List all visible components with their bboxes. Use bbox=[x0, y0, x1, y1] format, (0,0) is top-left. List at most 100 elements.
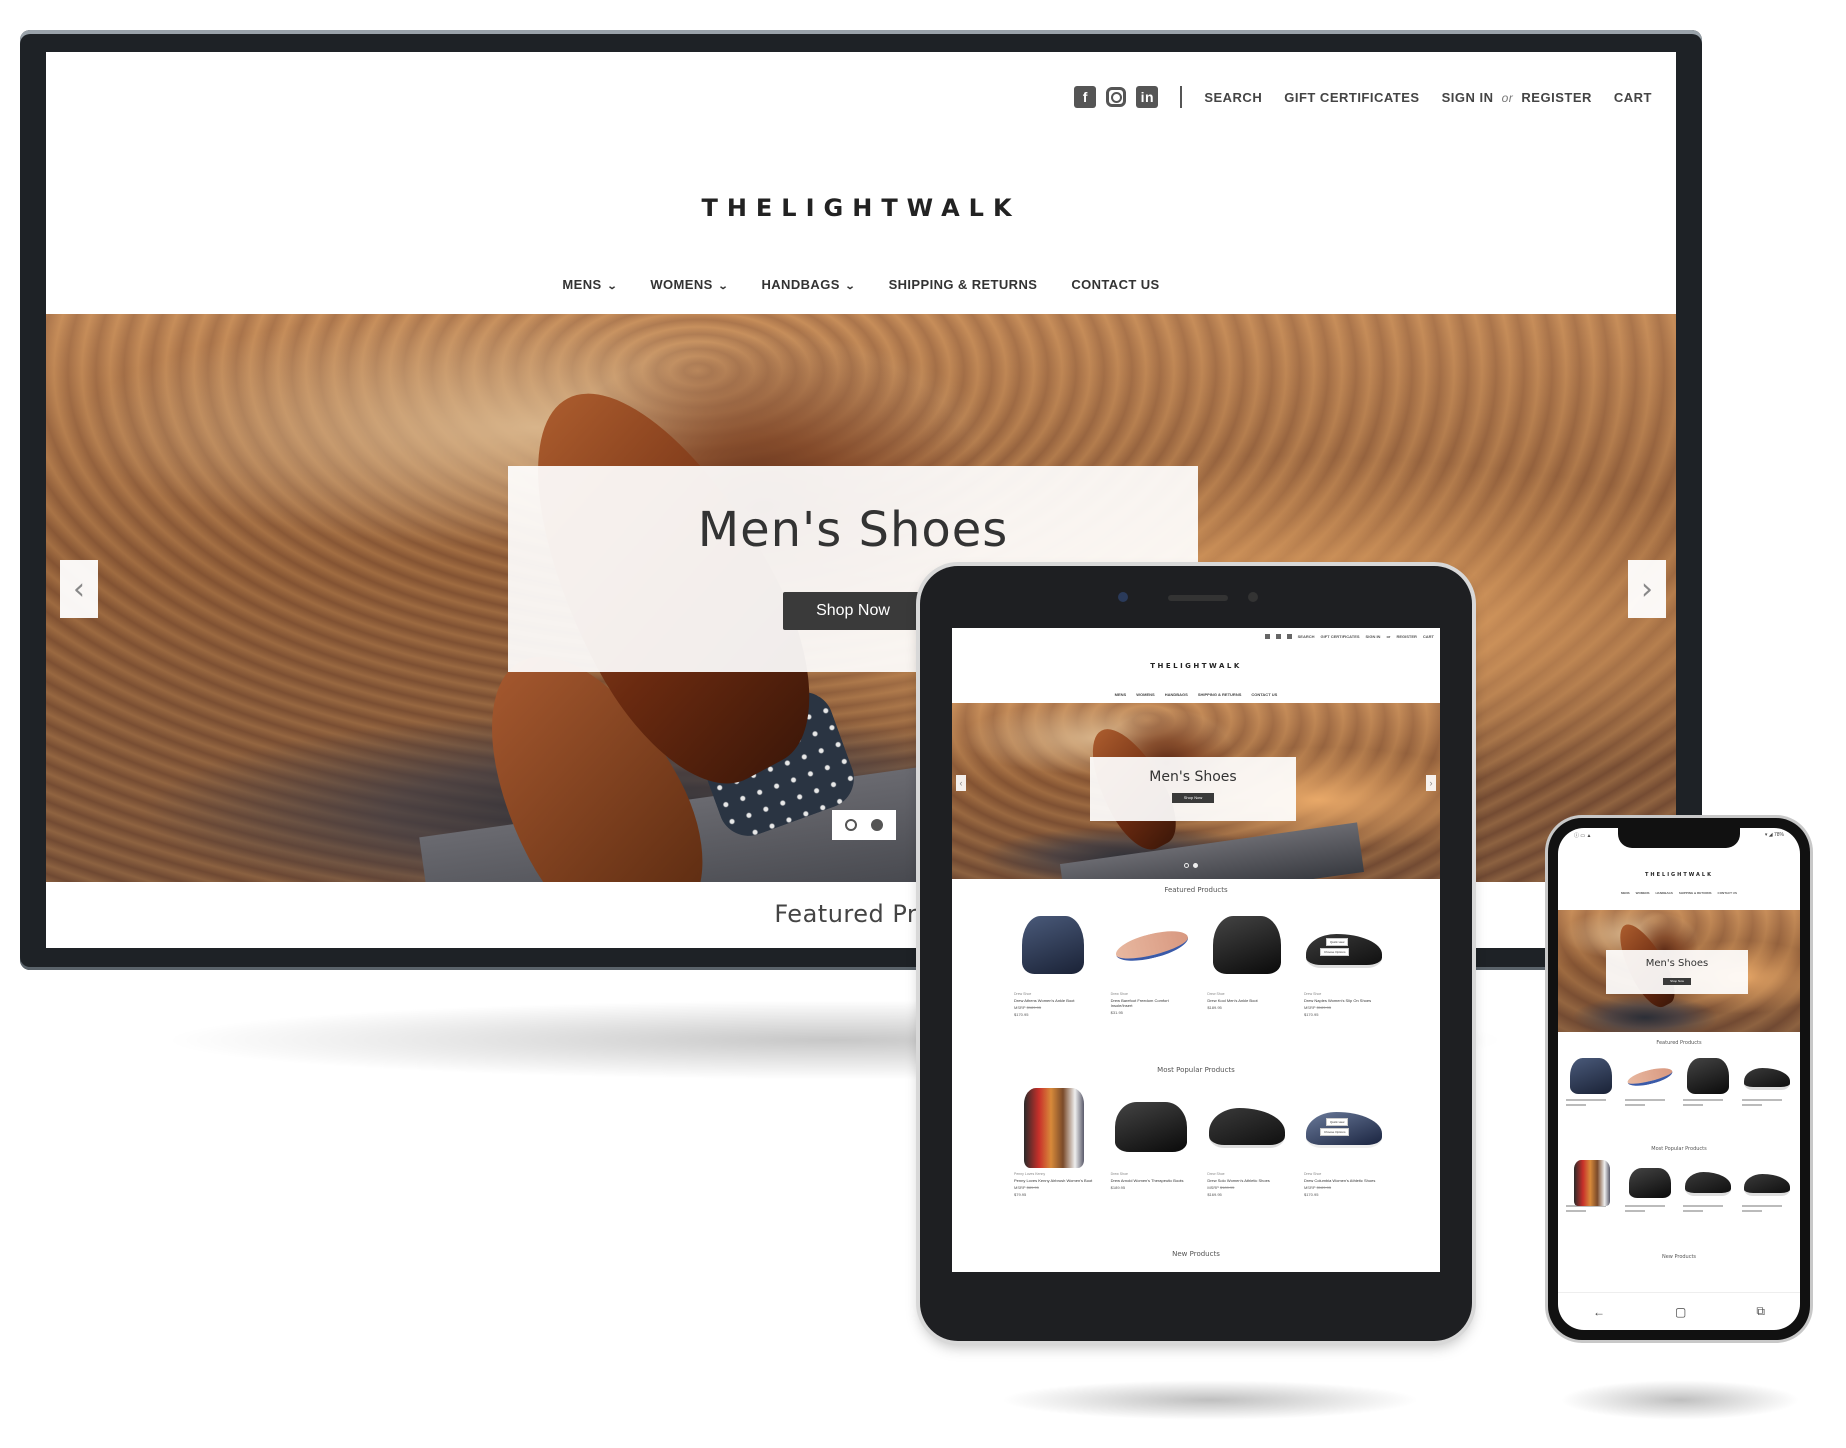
facebook-icon[interactable]: f bbox=[1074, 86, 1097, 108]
product-card[interactable] bbox=[1741, 1054, 1792, 1106]
shop-now-button[interactable]: Shop Now bbox=[783, 592, 923, 630]
product-image bbox=[1566, 1054, 1616, 1096]
nav-item-womens[interactable]: WOMENS bbox=[1636, 891, 1650, 895]
product-image: Quick view Choose Options bbox=[1304, 908, 1384, 978]
product-card[interactable] bbox=[1566, 1160, 1616, 1212]
shop-now-button[interactable]: Shop Now bbox=[1663, 978, 1691, 985]
carousel-next-button[interactable]: › bbox=[1628, 560, 1666, 618]
product-name[interactable]: Drew Columbia Women's Athletic Shoes bbox=[1304, 1178, 1384, 1183]
carousel-prev-button[interactable]: ‹ bbox=[60, 560, 98, 618]
instagram-icon[interactable] bbox=[1275, 634, 1281, 639]
cart-link[interactable]: CART bbox=[1614, 90, 1652, 105]
product-price: $79.95 bbox=[1014, 1192, 1027, 1197]
carousel-dot[interactable] bbox=[845, 819, 857, 831]
nav-item-womens[interactable]: WOMENS bbox=[1136, 692, 1154, 697]
nav-item-handbags[interactable]: HANDBAGS ⌄ bbox=[761, 277, 856, 292]
register-link[interactable]: REGISTER bbox=[1521, 90, 1591, 105]
phone-shadow bbox=[1560, 1380, 1800, 1420]
linkedin-icon[interactable] bbox=[1286, 634, 1292, 639]
nav-item-shipping-returns[interactable]: SHIPPING & RETURNS bbox=[889, 277, 1038, 292]
carousel-dot-active[interactable] bbox=[871, 819, 883, 831]
product-card[interactable] bbox=[1624, 1160, 1675, 1212]
product-msrp: MSRP $89.95 bbox=[1014, 1185, 1039, 1190]
featured-products: Drew Shoe Drew Athens Women's Ankle Boot… bbox=[1014, 908, 1384, 1017]
recent-apps-icon[interactable]: ⧉ bbox=[1756, 1304, 1765, 1319]
product-card[interactable]: Drew Shoe Drew Kool Men's Ankle Boot $18… bbox=[1207, 908, 1287, 1017]
cart-link[interactable]: CART bbox=[1423, 634, 1434, 639]
nav-item-mens[interactable]: MENS bbox=[1621, 891, 1630, 895]
product-brand: Drew Shoe bbox=[1303, 992, 1322, 996]
product-card[interactable]: Penny Loves Kenny Penny Loves Kenny Airb… bbox=[1014, 1088, 1094, 1197]
nav-item-mens[interactable]: MENS ⌄ bbox=[562, 277, 617, 292]
product-text-line bbox=[1683, 1205, 1724, 1207]
product-card[interactable]: Drew Shoe Drew Barefoot Freedom Comfort … bbox=[1111, 908, 1191, 1017]
gift-certificates-link[interactable]: GIFT CERTIFICATES bbox=[1321, 634, 1360, 639]
product-card[interactable] bbox=[1566, 1054, 1616, 1106]
linkedin-icon[interactable]: in bbox=[1136, 86, 1159, 108]
nav-item-contact-us[interactable]: CONTACT US bbox=[1251, 692, 1277, 697]
register-link[interactable]: REGISTER bbox=[1396, 634, 1416, 639]
nav-item-shipping-returns[interactable]: SHIPPING & RETURNS bbox=[1198, 692, 1242, 697]
product-text-line bbox=[1624, 1210, 1645, 1212]
status-left-icons: ⓘ ▭ ▲ bbox=[1574, 833, 1592, 839]
gift-certificates-link[interactable]: GIFT CERTIFICATES bbox=[1284, 90, 1419, 105]
product-price: $170.95 bbox=[1014, 1012, 1029, 1017]
sign-in-link[interactable]: SIGN IN bbox=[1442, 90, 1494, 105]
product-name[interactable]: Drew Kool Men's Ankle Boot bbox=[1207, 998, 1287, 1003]
carousel-next-button[interactable]: › bbox=[1426, 775, 1436, 791]
product-card[interactable]: Quick view Choose Options Drew Shoe Drew… bbox=[1304, 1088, 1384, 1197]
nav-item-handbags[interactable]: HANDBAGS bbox=[1165, 692, 1188, 697]
product-name[interactable]: Drew Athens Women's Ankle Boot bbox=[1014, 998, 1094, 1003]
product-card[interactable]: Quick view Choose Options Drew Shoe Drew… bbox=[1304, 908, 1384, 1017]
product-brand: Drew Shoe bbox=[1110, 992, 1128, 996]
quick-view-button[interactable]: Quick view bbox=[1325, 1118, 1349, 1126]
product-name[interactable]: Drew Arnold Women's Therapeutic Boots bbox=[1111, 1178, 1191, 1183]
choose-options-button[interactable]: Choose Options bbox=[1319, 948, 1350, 956]
carousel-dots bbox=[1184, 863, 1198, 868]
search-link[interactable]: SEARCH bbox=[1298, 634, 1315, 639]
product-msrp: MSRP $189.95 bbox=[1207, 1185, 1235, 1190]
nav-item-contact-us[interactable]: CONTACT US bbox=[1071, 277, 1159, 292]
nav-item-mens[interactable]: MENS bbox=[1115, 692, 1127, 697]
product-name[interactable]: Drew Barefoot Freedom Comfort Insole/Ins… bbox=[1111, 998, 1191, 1008]
product-card[interactable]: Drew Shoe Drew Solo Women's Athletic Sho… bbox=[1207, 1088, 1287, 1197]
carousel-prev-button[interactable]: ‹ bbox=[956, 775, 966, 791]
shop-now-button[interactable]: Shop Now bbox=[1172, 793, 1214, 803]
product-card[interactable] bbox=[1624, 1054, 1675, 1106]
product-card[interactable] bbox=[1683, 1160, 1733, 1212]
carousel-dot-active[interactable] bbox=[1193, 863, 1198, 868]
product-card[interactable]: Drew Shoe Drew Arnold Women's Therapeuti… bbox=[1111, 1088, 1191, 1197]
site-logo[interactable]: THELIGHTWALK bbox=[952, 662, 1440, 670]
product-name[interactable]: Drew Naples Women's Slip On Shoes bbox=[1304, 998, 1384, 1003]
product-name[interactable]: Penny Loves Kenny Airbrush Women's Boot bbox=[1014, 1178, 1094, 1183]
home-icon[interactable]: ▢ bbox=[1675, 1305, 1686, 1319]
product-card[interactable] bbox=[1683, 1054, 1733, 1106]
product-image: Quick view Choose Options bbox=[1304, 1088, 1384, 1158]
nav-item-contact-us[interactable]: CONTACT US bbox=[1718, 891, 1737, 895]
product-price: $189.95 bbox=[1207, 1005, 1222, 1010]
instagram-icon[interactable] bbox=[1106, 87, 1127, 107]
back-icon[interactable]: ← bbox=[1593, 1305, 1605, 1319]
facebook-icon[interactable] bbox=[1264, 634, 1270, 639]
chevron-left-icon: ‹ bbox=[959, 778, 963, 788]
search-link[interactable]: SEARCH bbox=[1204, 90, 1262, 105]
product-card[interactable]: Drew Shoe Drew Athens Women's Ankle Boot… bbox=[1014, 908, 1094, 1017]
site-logo[interactable]: THELIGHTWALK bbox=[1558, 872, 1800, 878]
carousel-dot[interactable] bbox=[1184, 863, 1189, 868]
nav-item-handbags[interactable]: HANDBAGS bbox=[1656, 891, 1673, 895]
product-image bbox=[1207, 1088, 1287, 1158]
main-nav: MENS WOMENS HANDBAGS SHIPPING & RETURNS … bbox=[952, 692, 1440, 697]
chevron-down-icon: ⌄ bbox=[844, 281, 856, 292]
nav-item-womens[interactable]: WOMENS ⌄ bbox=[650, 277, 728, 292]
product-name[interactable]: Drew Solo Women's Athletic Shoes bbox=[1207, 1178, 1287, 1183]
product-brand: Penny Loves Kenny bbox=[1014, 1172, 1046, 1176]
sign-in-link[interactable]: SIGN IN bbox=[1366, 634, 1381, 639]
quick-view-button[interactable]: Quick view bbox=[1325, 938, 1349, 946]
product-image bbox=[1014, 908, 1094, 978]
nav-item-shipping-returns[interactable]: SHIPPING & RETURNS bbox=[1679, 891, 1712, 895]
hero-carousel: Men's Shoes Shop Now bbox=[1558, 910, 1800, 1032]
choose-options-button[interactable]: Choose Options bbox=[1319, 1128, 1350, 1136]
site-logo[interactable]: THELIGHTWALK bbox=[46, 194, 1676, 222]
chevron-left-icon: ‹ bbox=[73, 571, 85, 607]
product-card[interactable] bbox=[1741, 1160, 1792, 1212]
